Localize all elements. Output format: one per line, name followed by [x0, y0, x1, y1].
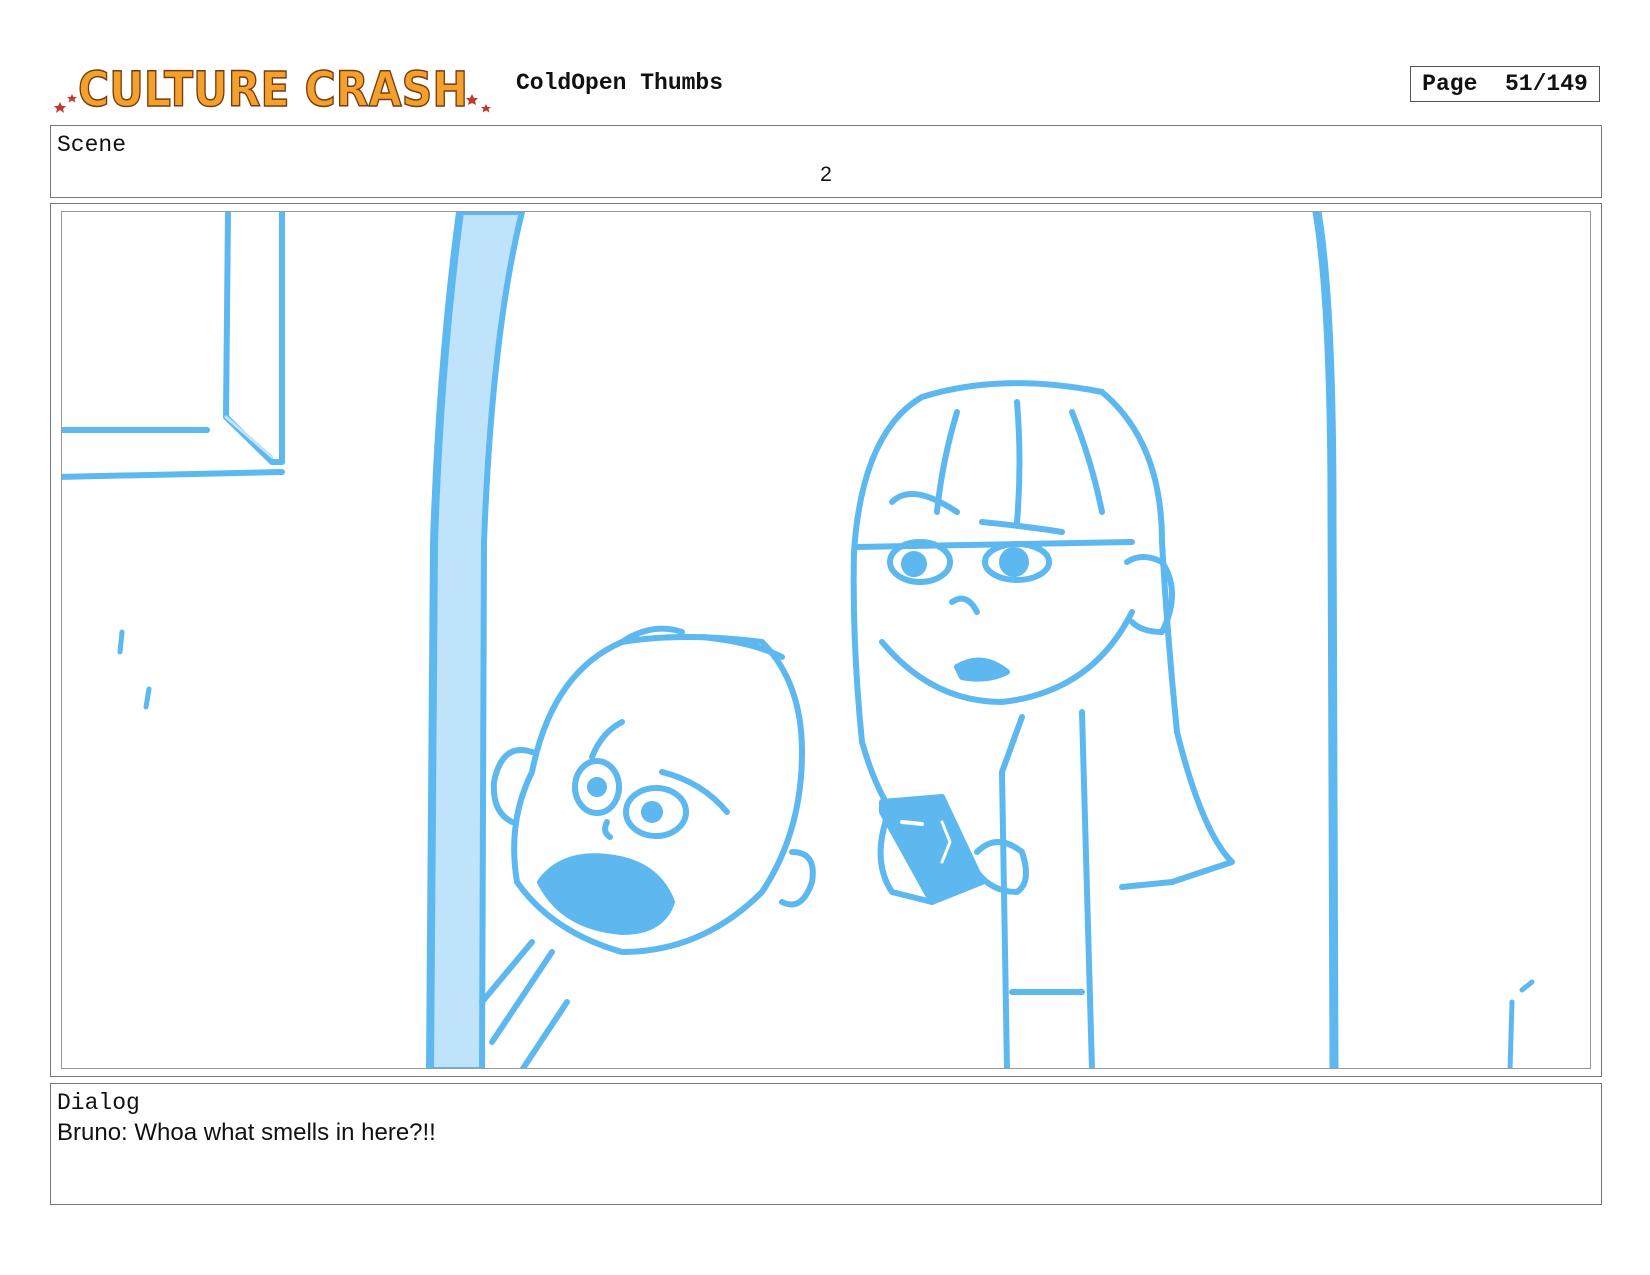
document-title: ColdOpen Thumbs: [516, 70, 724, 96]
drip-mark: [117, 629, 125, 655]
window-frame-sketch: [62, 212, 285, 480]
dialog-text: Bruno: Whoa what smells in here?!!: [57, 1119, 436, 1146]
boy-character-sketch: [479, 625, 816, 1068]
page-label: Page: [1422, 71, 1478, 97]
logo-text: CULTURE CRASH: [78, 62, 468, 118]
scene-label: Scene: [57, 132, 127, 158]
girl-character-sketch: [850, 380, 1235, 1068]
culture-crash-logo: CULTURE CRASH: [52, 48, 498, 119]
storyboard-sketch: [62, 212, 1535, 1068]
scene-field: Scene 2: [50, 125, 1602, 198]
page-indicator: Page 51/149: [1410, 66, 1600, 102]
storyboard-panel: [61, 211, 1591, 1069]
door-frame-sketch: [426, 212, 525, 1068]
page-value: 51/149: [1505, 71, 1588, 97]
drip-mark: [1507, 979, 1535, 1068]
dialog-label: Dialog: [57, 1090, 140, 1116]
door-frame-right-sketch: [1312, 212, 1339, 1068]
drip-mark: [143, 686, 152, 710]
scene-number: 2: [820, 163, 832, 186]
storyboard-panel-frame: [50, 203, 1602, 1077]
dialog-field: Dialog Bruno: Whoa what smells in here?!…: [50, 1083, 1602, 1205]
